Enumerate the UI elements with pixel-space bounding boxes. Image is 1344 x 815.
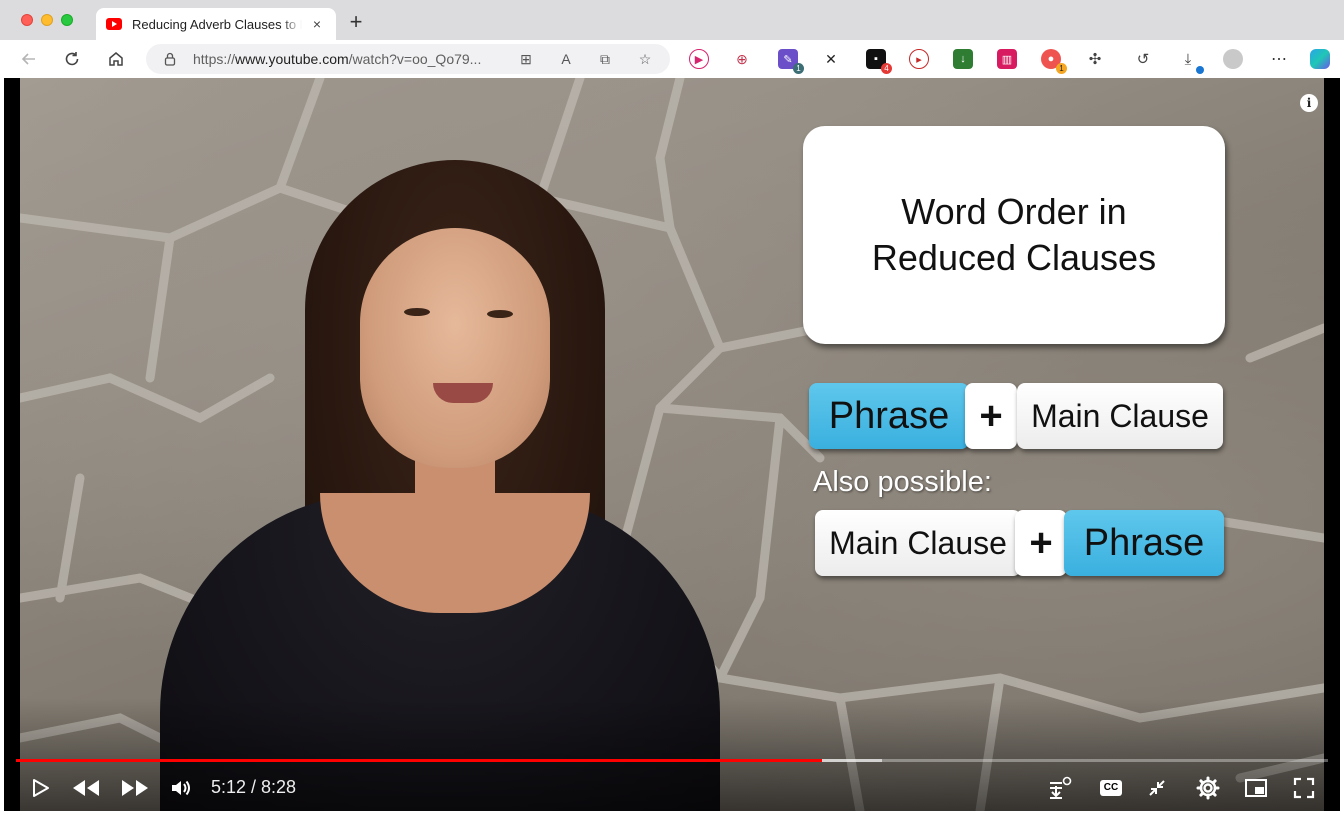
extensions-puzzle-icon[interactable]: ✣ bbox=[1085, 49, 1105, 69]
app-available-icon[interactable]: ⧉ bbox=[595, 49, 615, 69]
phrase-label: Phrase bbox=[1083, 521, 1205, 564]
main-clause-label: Main Clause bbox=[1031, 397, 1209, 434]
extension-badge: 1 bbox=[793, 63, 804, 74]
plus-block: + bbox=[965, 383, 1017, 449]
also-possible-text: Also possible: bbox=[813, 466, 992, 498]
split-screen-icon[interactable]: ⊞ bbox=[516, 49, 536, 69]
miniplayer-exit-button[interactable] bbox=[1141, 772, 1173, 804]
extension-9-icon[interactable]: ▥ bbox=[997, 49, 1017, 69]
phrase-block: Phrase bbox=[809, 383, 969, 449]
miniplayer-icon bbox=[1245, 779, 1267, 797]
back-button[interactable] bbox=[16, 46, 42, 72]
extension-4-icon[interactable]: ✕ bbox=[821, 49, 841, 69]
captions-icon: CC bbox=[1100, 780, 1122, 796]
plus-label: + bbox=[979, 393, 1003, 438]
plus-block: + bbox=[1015, 510, 1067, 576]
main-clause-label: Main Clause bbox=[829, 524, 1007, 561]
autoplay-download-button[interactable] bbox=[1044, 772, 1076, 804]
gear-icon bbox=[1196, 776, 1220, 800]
info-icon[interactable]: i bbox=[1300, 94, 1318, 112]
time-display: 5:12 / 8:28 bbox=[211, 777, 297, 797]
settings-button[interactable] bbox=[1192, 772, 1224, 804]
fullscreen-icon bbox=[1293, 777, 1315, 799]
presenter-eye bbox=[404, 308, 430, 316]
miniplayer-button[interactable] bbox=[1240, 772, 1272, 804]
progress-bar[interactable] bbox=[16, 759, 1328, 762]
fullscreen-button[interactable] bbox=[1288, 772, 1320, 804]
play-button[interactable] bbox=[24, 772, 56, 804]
extension-7-icon[interactable]: ▸ bbox=[909, 49, 929, 69]
browser-window: Reducing Adverb Clauses to Phrases × + h… bbox=[0, 0, 1344, 815]
title-card-text: Word Order in Reduced Clauses bbox=[871, 191, 1157, 278]
presenter-eye bbox=[487, 310, 513, 318]
minimize-window-button[interactable] bbox=[41, 14, 53, 26]
zoom-window-button[interactable] bbox=[61, 14, 73, 26]
tab-active[interactable]: Reducing Adverb Clauses to Phrases × bbox=[96, 8, 336, 40]
download-extension-icon[interactable]: ↓ bbox=[953, 49, 973, 69]
controls-gradient bbox=[4, 698, 1340, 811]
back-arrow-icon bbox=[21, 53, 35, 65]
fast-forward-button[interactable] bbox=[117, 772, 153, 804]
phrase-label: Phrase bbox=[828, 394, 950, 437]
new-tab-button[interactable]: + bbox=[344, 11, 368, 35]
reload-icon bbox=[65, 52, 79, 66]
tab-strip: Reducing Adverb Clauses to Phrases × + bbox=[0, 0, 1344, 40]
close-window-button[interactable] bbox=[21, 14, 33, 26]
history-icon[interactable]: ↺ bbox=[1133, 49, 1153, 69]
phrase-block: Phrase bbox=[1064, 510, 1224, 576]
volume-button[interactable] bbox=[165, 772, 197, 804]
downloads-icon[interactable]: ⤓ bbox=[1178, 49, 1204, 74]
volume-icon bbox=[172, 780, 190, 796]
main-clause-block: Main Clause bbox=[815, 510, 1021, 576]
magnifier-extension-icon[interactable]: ⊕ bbox=[732, 49, 752, 69]
title-card: Word Order in Reduced Clauses bbox=[803, 126, 1225, 344]
extension-11-icon[interactable]: ● 1 bbox=[1041, 49, 1067, 74]
address-bar[interactable]: https://www.youtube.com/watch?v=oo_Qo79.… bbox=[146, 44, 670, 74]
more-menu-icon[interactable]: ⋯ bbox=[1269, 49, 1289, 69]
download-settings-icon bbox=[1050, 776, 1072, 799]
home-icon bbox=[109, 52, 123, 66]
fast-forward-icon bbox=[122, 780, 148, 796]
progress-played bbox=[16, 759, 822, 762]
favorite-star-icon[interactable]: ☆ bbox=[635, 49, 655, 69]
rewind-icon bbox=[73, 780, 99, 796]
extension-badge: 1 bbox=[1056, 63, 1067, 74]
tab-close-icon[interactable]: × bbox=[308, 15, 326, 33]
url-text: https://www.youtube.com/watch?v=oo_Qo79.… bbox=[193, 51, 482, 67]
toolbar: https://www.youtube.com/watch?v=oo_Qo79.… bbox=[0, 40, 1344, 78]
downloads-dot bbox=[1196, 66, 1204, 74]
captions-button[interactable]: CC bbox=[1095, 772, 1127, 804]
tab-title: Reducing Adverb Clauses to Phrases bbox=[132, 16, 302, 32]
lock-icon bbox=[164, 52, 176, 66]
plus-label: + bbox=[1029, 520, 1053, 565]
read-aloud-icon[interactable]: A bbox=[556, 49, 576, 69]
extension-6-icon[interactable]: ▪ 4 bbox=[866, 49, 892, 74]
profile-avatar[interactable] bbox=[1223, 49, 1243, 69]
extension-badge: 4 bbox=[881, 63, 892, 74]
extension-3-icon[interactable]: ✎ 1 bbox=[778, 49, 804, 74]
home-button[interactable] bbox=[103, 46, 129, 72]
play-icon bbox=[33, 779, 49, 797]
main-clause-block: Main Clause bbox=[1017, 383, 1223, 449]
youtube-favicon-icon bbox=[106, 18, 122, 30]
reload-button[interactable] bbox=[59, 46, 85, 72]
copilot-icon[interactable] bbox=[1310, 49, 1330, 69]
presenter-face bbox=[360, 228, 550, 468]
collapse-arrows-icon bbox=[1149, 780, 1165, 796]
video-player[interactable]: Word Order in Reduced Clauses Phrase + M… bbox=[4, 78, 1340, 811]
rewind-button[interactable] bbox=[68, 772, 104, 804]
video-extension-icon[interactable]: ▶ bbox=[689, 49, 709, 69]
